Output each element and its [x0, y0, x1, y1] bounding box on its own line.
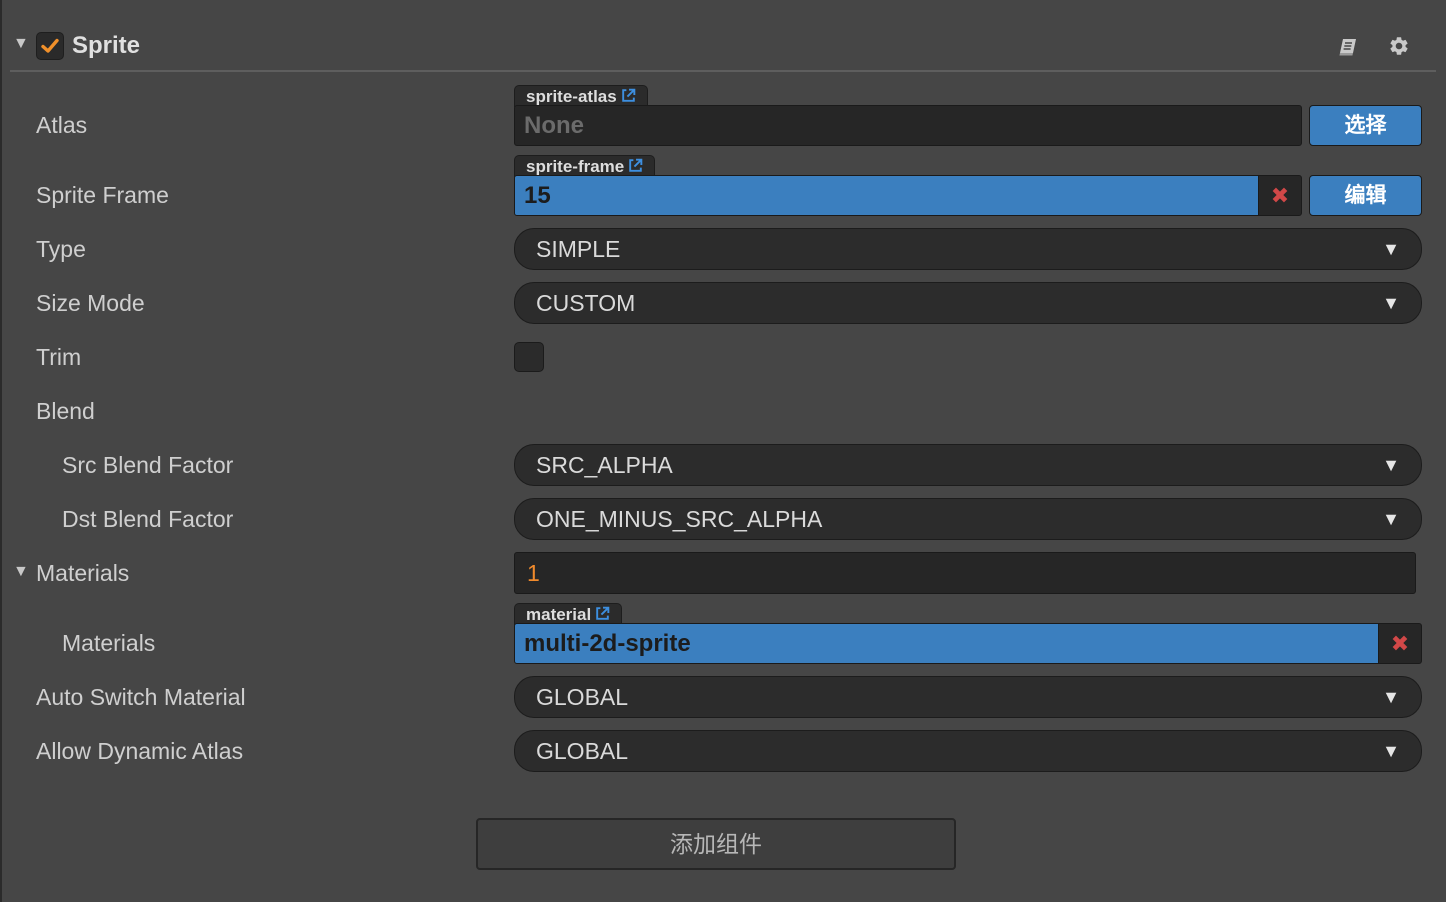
- materials-label: Materials: [36, 560, 130, 586]
- size-mode-select[interactable]: CUSTOM ▼: [514, 282, 1422, 324]
- type-select[interactable]: SIMPLE ▼: [514, 228, 1422, 270]
- asset-type-text: sprite-frame: [526, 157, 625, 176]
- src-blend-factor-value: SRC_ALPHA: [536, 452, 673, 478]
- allow-dynamic-atlas-value: GLOBAL: [536, 738, 629, 764]
- dropdown-arrow-icon: ▼: [1382, 741, 1400, 761]
- materials-collapse-triangle-icon[interactable]: ▼: [13, 563, 29, 581]
- panel-left-border: [0, 0, 2, 902]
- add-component-button[interactable]: 添加组件: [476, 818, 956, 870]
- atlas-label: Atlas: [36, 112, 88, 138]
- type-select-value: SIMPLE: [536, 236, 621, 262]
- materials-count-value: 1: [527, 560, 540, 586]
- materials-item-label: Materials: [62, 630, 156, 656]
- dst-blend-factor-value: ONE_MINUS_SRC_ALPHA: [536, 506, 823, 532]
- material-value: multi-2d-sprite: [524, 630, 691, 657]
- blend-label: Blend: [36, 398, 95, 424]
- clear-material-button[interactable]: ✖: [1378, 623, 1422, 664]
- dropdown-arrow-icon: ▼: [1382, 509, 1400, 529]
- clear-sprite-frame-button[interactable]: ✖: [1258, 175, 1302, 216]
- dropdown-arrow-icon: ▼: [1382, 293, 1400, 313]
- sprite-frame-label: Sprite Frame: [36, 182, 169, 208]
- header-divider: [10, 70, 1436, 72]
- atlas-asset-field[interactable]: None: [514, 105, 1302, 146]
- edit-button[interactable]: 编辑: [1309, 175, 1422, 216]
- component-enabled-checkbox[interactable]: [36, 32, 64, 60]
- close-icon: ✖: [1390, 631, 1410, 656]
- size-mode-select-value: CUSTOM: [536, 290, 636, 316]
- external-link-icon: [621, 88, 636, 102]
- checkmark-icon: [41, 38, 59, 53]
- gear-icon[interactable]: [1388, 35, 1410, 62]
- auto-switch-material-value: GLOBAL: [536, 684, 629, 710]
- materials-count-input[interactable]: 1: [514, 552, 1416, 594]
- asset-type-tag-sprite-frame[interactable]: sprite-frame: [514, 155, 656, 177]
- dropdown-arrow-icon: ▼: [1382, 239, 1400, 259]
- dropdown-arrow-icon: ▼: [1382, 687, 1400, 707]
- book-icon[interactable]: [1337, 36, 1359, 63]
- asset-type-text: sprite-atlas: [526, 87, 617, 106]
- dropdown-arrow-icon: ▼: [1382, 455, 1400, 475]
- select-button[interactable]: 选择: [1309, 105, 1422, 146]
- allow-dynamic-atlas-label: Allow Dynamic Atlas: [36, 738, 244, 764]
- external-link-icon: [596, 606, 610, 620]
- auto-switch-material-label: Auto Switch Material: [36, 684, 246, 710]
- atlas-value: None: [524, 112, 584, 139]
- material-asset-field[interactable]: multi-2d-sprite: [514, 623, 1379, 664]
- asset-type-tag-material[interactable]: material: [514, 603, 623, 625]
- asset-type-tag-sprite-atlas[interactable]: sprite-atlas: [514, 85, 648, 107]
- external-link-icon: [629, 158, 643, 172]
- dst-blend-factor-select[interactable]: ONE_MINUS_SRC_ALPHA ▼: [514, 498, 1422, 540]
- trim-checkbox[interactable]: [514, 342, 544, 372]
- sprite-frame-asset-field[interactable]: 15: [514, 175, 1259, 216]
- allow-dynamic-atlas-select[interactable]: GLOBAL ▼: [514, 730, 1422, 772]
- asset-type-text: material: [526, 605, 592, 624]
- sprite-frame-value: 15: [524, 182, 551, 209]
- size-mode-label: Size Mode: [36, 290, 145, 316]
- collapse-triangle-icon[interactable]: ▼: [13, 35, 29, 53]
- src-blend-factor-select[interactable]: SRC_ALPHA ▼: [514, 444, 1422, 486]
- trim-label: Trim: [36, 344, 82, 370]
- src-blend-factor-label: Src Blend Factor: [62, 452, 234, 478]
- type-label: Type: [36, 236, 86, 262]
- auto-switch-material-select[interactable]: GLOBAL ▼: [514, 676, 1422, 718]
- component-title: Sprite: [72, 32, 141, 59]
- dst-blend-factor-label: Dst Blend Factor: [62, 506, 234, 532]
- close-icon: ✖: [1270, 183, 1290, 208]
